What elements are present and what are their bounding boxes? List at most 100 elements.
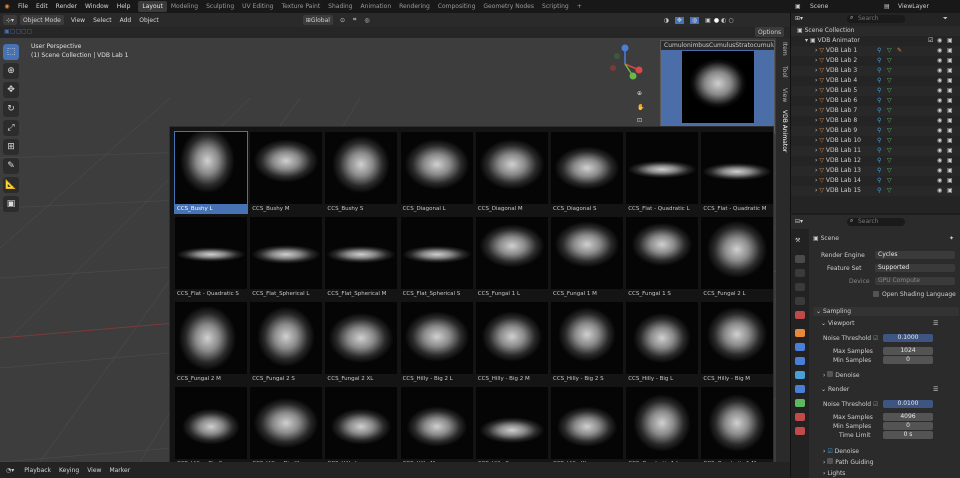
outliner-object-row[interactable]: › ▽ VDB Lab 1 ⚲ ▽ ✎ ◉ ▣ [791, 46, 960, 56]
feature-set-dropdown[interactable]: Supported [875, 264, 955, 272]
menu-timeline-view[interactable]: View [83, 467, 105, 474]
tab-compositing[interactable]: Compositing [434, 1, 480, 12]
asset-thumbnail[interactable]: CCS_Hilly - Big XL [249, 387, 323, 473]
asset-thumbnail[interactable]: CCS_Hilly XL [550, 387, 624, 473]
object-tab-icon[interactable] [795, 329, 805, 337]
eye-icon[interactable]: ◉ [937, 66, 942, 76]
asset-thumbnail[interactable]: CCS_Quadratic 1 L [625, 387, 699, 473]
menu-marker[interactable]: Marker [105, 467, 134, 474]
outliner-object-row[interactable]: › ▽ VDB Lab 14 ⚲ ▽ ◉ ▣ [791, 176, 960, 186]
shading-material-icon[interactable]: ◐ [721, 17, 726, 24]
path-guiding-checkbox[interactable] [827, 458, 834, 464]
outliner-object-row[interactable]: › ▽ VDB Lab 5 ⚲ ▽ ◉ ▣ [791, 86, 960, 96]
asset-thumbnail[interactable]: CCS_Hilly - Big M [700, 302, 774, 388]
asset-thumbnail[interactable]: CCS_Diagonal S [550, 132, 624, 218]
shading-rendered-icon[interactable]: ○ [728, 17, 733, 24]
tab-layout[interactable]: Layout [138, 1, 167, 12]
asset-thumbnail[interactable]: CCS_Fungal 1 M [550, 217, 624, 303]
outliner-funnel-icon[interactable]: ⏷ [943, 15, 948, 23]
asset-thumbnail[interactable]: CCS_Hilly - Big 2 S [550, 302, 624, 388]
asset-thumbnail[interactable]: CCS_Fungal 2 M [174, 302, 248, 388]
outliner-object-row[interactable]: › ▽ VDB Lab 15 ⚲ ▽ ◉ ▣ [791, 186, 960, 196]
eye-icon[interactable]: ◉ [937, 156, 942, 166]
asset-thumbnail[interactable]: CCS_Hilly M [400, 387, 474, 473]
tab-texture-paint[interactable]: Texture Paint [277, 1, 324, 12]
tab-shading[interactable]: Shading [324, 1, 356, 12]
menu-add[interactable]: Add [116, 17, 136, 24]
menu-edit[interactable]: Edit [32, 3, 52, 10]
menu-select[interactable]: Select [89, 17, 116, 24]
asset-thumbnail[interactable]: CCS_Hilly - Big L [625, 302, 699, 388]
eye-icon[interactable]: ◉ [937, 116, 942, 126]
scene-selector[interactable]: Scene [810, 3, 828, 10]
tab-scripting[interactable]: Scripting [538, 1, 573, 12]
render-engine-dropdown[interactable]: Cycles [875, 251, 955, 259]
asset-thumbnail[interactable]: CCS_Fungal 1 S [625, 217, 699, 303]
material-tab-icon[interactable] [795, 413, 805, 421]
camera-render-icon[interactable]: ▣ [947, 36, 953, 46]
outliner-object-row[interactable]: › ▽ VDB Lab 2 ⚲ ▽ ◉ ▣ [791, 56, 960, 66]
outliner-object-row[interactable]: › ▽ VDB Lab 12 ⚲ ▽ ◉ ▣ [791, 156, 960, 166]
add-workspace-button[interactable]: + [573, 1, 586, 12]
r-max-samples-field[interactable]: 4096 [883, 413, 933, 421]
eye-icon[interactable]: ◉ [937, 106, 942, 116]
proportional-icon[interactable]: ◎ [364, 17, 369, 24]
camera-render-icon[interactable]: ▣ [947, 166, 953, 176]
asset-thumbnail[interactable]: CCS_Flat - Quadratic M [700, 132, 774, 218]
asset-thumbnail[interactable]: CCS_Flat - Quadratic L [625, 132, 699, 218]
osl-checkbox[interactable] [873, 291, 879, 297]
camera-icon[interactable]: ⊡ [637, 117, 642, 124]
select-box-icon[interactable]: ⬚ [3, 44, 19, 60]
menu-playback[interactable]: Playback [20, 467, 55, 474]
camera-render-icon[interactable]: ▣ [947, 116, 953, 126]
properties-search[interactable]: ⌕ Search [847, 217, 905, 226]
scene-collection-row[interactable]: ▣ Scene Collection [791, 26, 960, 36]
outliner-object-row[interactable]: › ▽ VDB Lab 6 ⚲ ▽ ◉ ▣ [791, 96, 960, 106]
view-layer-tab-icon[interactable] [795, 283, 805, 291]
device-dropdown[interactable]: GPU Compute [875, 277, 955, 285]
asset-thumbnail[interactable]: CCS_Flat_Spherical M [324, 217, 398, 303]
outliner-object-row[interactable]: › ▽ VDB Lab 8 ⚲ ▽ ◉ ▣ [791, 116, 960, 126]
pivot-icon[interactable]: ⊙ [340, 17, 345, 24]
tab-uv-editing[interactable]: UV Editing [238, 1, 277, 12]
mode-selector[interactable]: Object Mode [20, 15, 64, 25]
asset-thumbnail[interactable]: CCS_Flat_Spherical S [400, 217, 474, 303]
eye-icon[interactable]: ◉ [937, 86, 942, 96]
tab-geometry-nodes[interactable]: Geometry Nodes [479, 1, 538, 12]
rotate-icon[interactable]: ↻ [3, 101, 19, 117]
eye-icon[interactable]: ◉ [937, 166, 942, 176]
particles-tab-icon[interactable] [795, 357, 805, 365]
asset-thumbnail[interactable]: CCS_Bushy S [324, 132, 398, 218]
menu-view[interactable]: View [67, 17, 89, 24]
vp-denoise-row[interactable]: › Denoise [813, 371, 959, 380]
eye-icon[interactable]: ◉ [937, 186, 942, 196]
vp-noise-checkbox[interactable]: ☑ [873, 334, 878, 343]
sampling-panel-header[interactable]: ⌄ Sampling [813, 307, 959, 316]
asset-thumbnail[interactable]: CCS_Hilly S [475, 387, 549, 473]
physics-tab-icon[interactable] [795, 371, 805, 379]
eye-icon[interactable]: ◉ [937, 96, 942, 106]
checkbox-icon[interactable]: ☑ [928, 36, 933, 46]
world-tab-icon[interactable] [795, 311, 805, 319]
camera-render-icon[interactable]: ▣ [947, 66, 953, 76]
eye-icon[interactable]: ◉ [937, 146, 942, 156]
outliner-object-row[interactable]: › ▽ VDB Lab 13 ⚲ ▽ ◉ ▣ [791, 166, 960, 176]
vp-noise-threshold-field[interactable]: 0.1000 [883, 334, 933, 342]
modifier-tab-icon[interactable] [795, 343, 805, 351]
constraints-tab-icon[interactable] [795, 385, 805, 393]
output-tab-icon[interactable] [795, 269, 805, 277]
viewport-subpanel-header[interactable]: ⌄ Viewport ☰ [813, 319, 959, 328]
data-tab-icon[interactable] [795, 399, 805, 407]
shading-solid-icon[interactable]: ● [714, 17, 719, 24]
eye-icon[interactable]: ◉ [937, 136, 942, 146]
camera-render-icon[interactable]: ▣ [947, 176, 953, 186]
menu-object[interactable]: Object [135, 17, 163, 24]
camera-render-icon[interactable]: ▣ [947, 46, 953, 56]
asset-thumbnail[interactable]: CCS_Hilly - Big 2 M [475, 302, 549, 388]
camera-render-icon[interactable]: ▣ [947, 146, 953, 156]
tab-rendering[interactable]: Rendering [395, 1, 434, 12]
eye-icon[interactable]: ◉ [937, 56, 942, 66]
eye-icon[interactable]: ◉ [937, 36, 942, 46]
tab-item[interactable]: Item [778, 42, 788, 56]
eye-icon[interactable]: ◉ [937, 176, 942, 186]
